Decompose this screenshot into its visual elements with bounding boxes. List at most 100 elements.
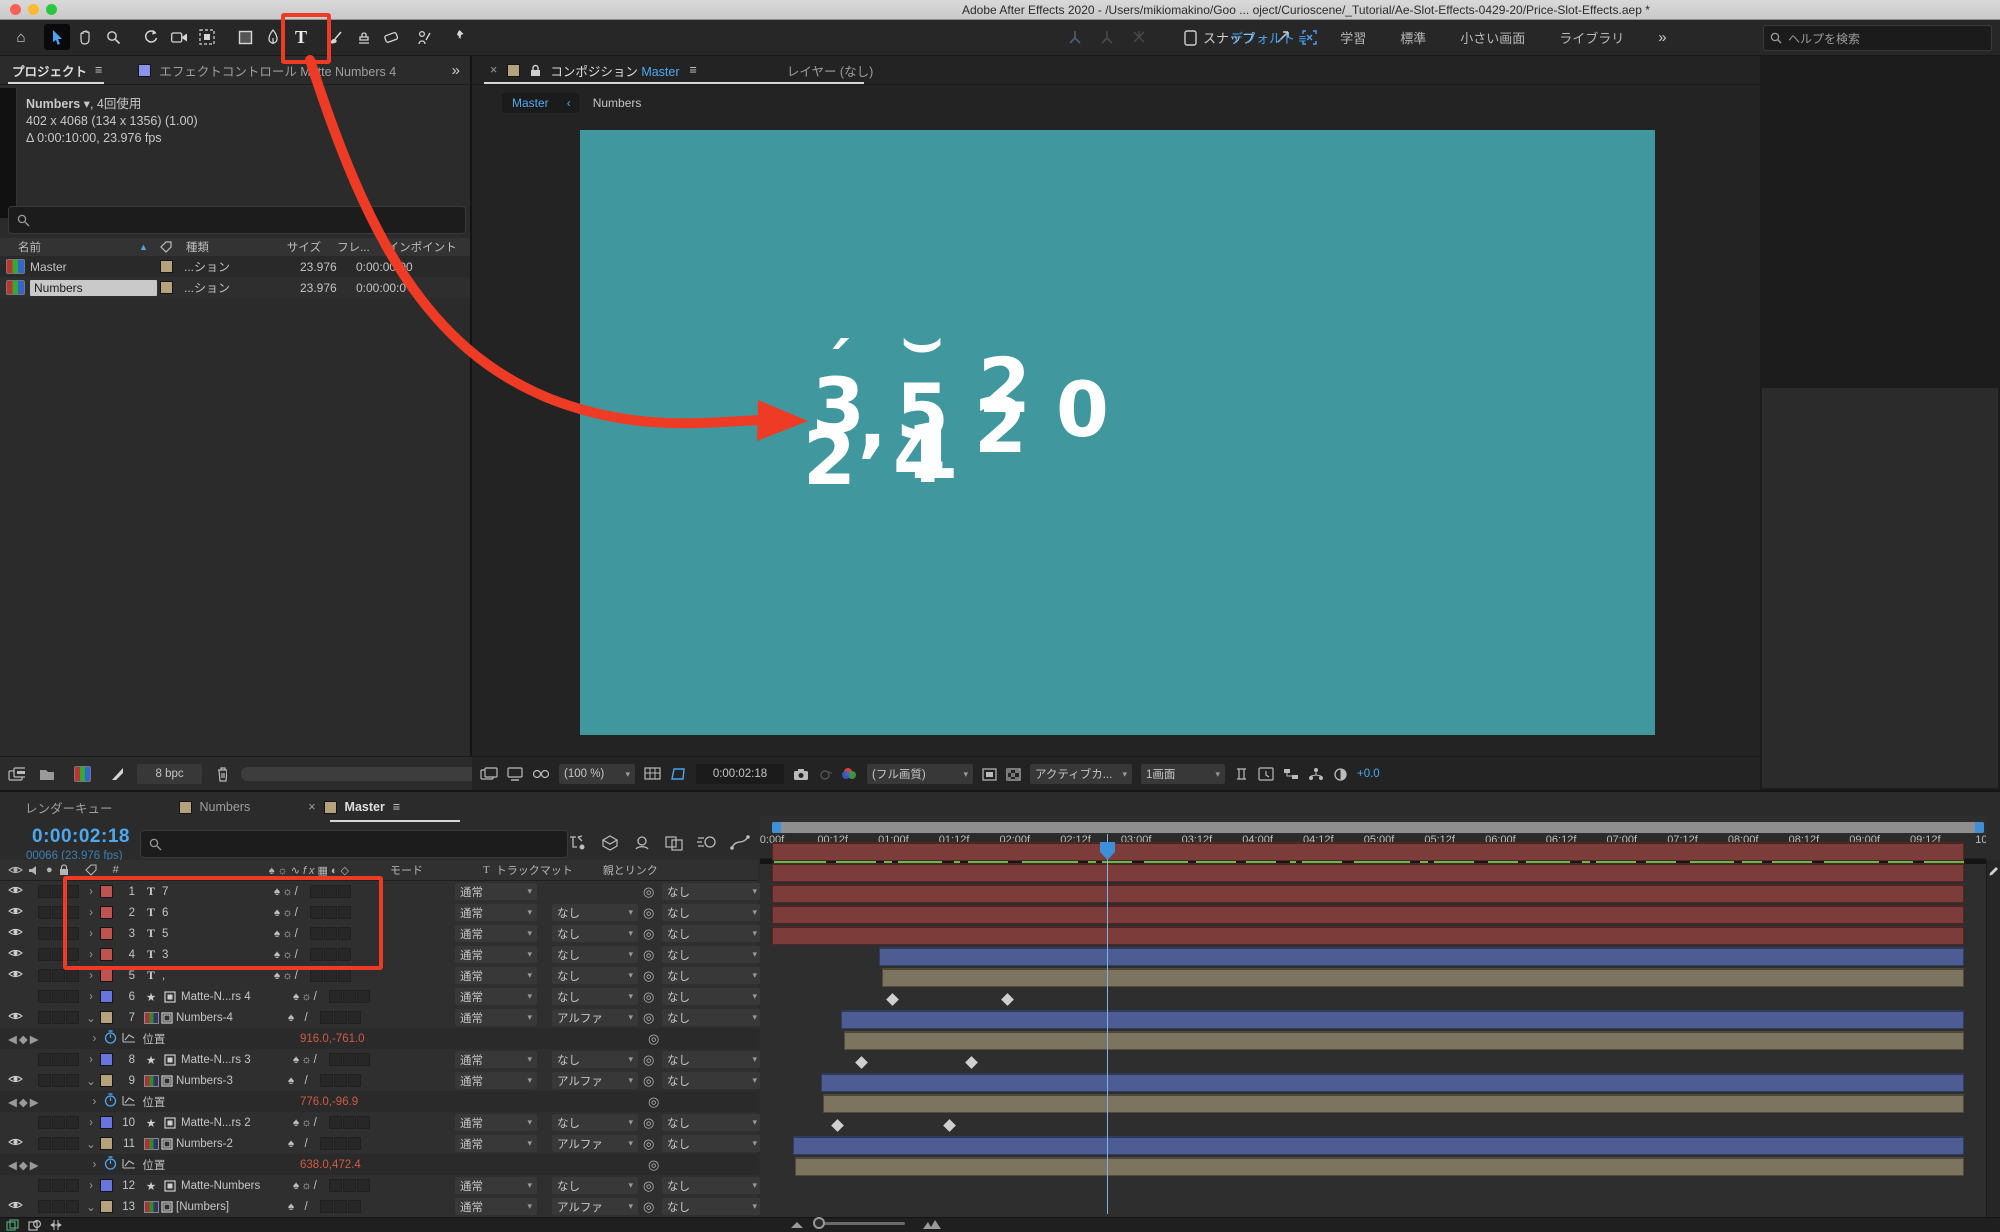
zoom-in-mountains-icon[interactable] — [922, 1219, 942, 1230]
layer-row-1[interactable]: › 1 T 7 ♠☼/ 通常▾ ◎ なし▾ — [0, 881, 758, 903]
layer-switches[interactable]: ♠☼/ — [274, 928, 300, 940]
layer-color-swatch[interactable] — [100, 885, 113, 898]
minimize-window-button[interactable] — [28, 4, 39, 15]
keyframe-diamond[interactable] — [943, 1119, 956, 1132]
layer-row-8[interactable]: › 8 ★ Matte-N...rs 3 ♠☼/ 通常▾ なし▾ ◎ なし▾ — [0, 1049, 758, 1071]
trackmatte-dropdown[interactable]: なし▾ — [552, 967, 638, 984]
timeline-zoom-slider[interactable] — [815, 1222, 905, 1225]
keyframe-nav[interactable]: ◀◆▶ — [8, 1095, 41, 1109]
frame-blend-toggle-icon[interactable] — [28, 1219, 42, 1231]
position-label[interactable]: 位置 — [142, 1031, 165, 1047]
trackmatte-column-header[interactable]: トラックマット — [496, 862, 573, 878]
fast-previews-icon[interactable] — [982, 768, 997, 781]
stopwatch-icon[interactable] — [104, 1093, 117, 1107]
close-window-button[interactable] — [10, 4, 21, 15]
layer-duration-bar[interactable] — [882, 968, 1964, 987]
audio-column-icon[interactable] — [28, 865, 40, 876]
parent-dropdown[interactable]: なし▾ — [662, 1072, 762, 1089]
property-pickwhip-icon[interactable]: ◎ — [648, 1031, 659, 1047]
eye-icon[interactable] — [8, 927, 23, 937]
eraser-tool-icon[interactable] — [378, 24, 404, 50]
layer-name[interactable]: Numbers-3 — [176, 1075, 288, 1087]
property-pickwhip-icon[interactable]: ◎ — [648, 1157, 659, 1173]
col-inpoint[interactable]: インポイント — [388, 239, 457, 255]
viewer-menu-icon[interactable]: ≡ — [690, 63, 697, 77]
blend-mode-dropdown[interactable]: 通常▾ — [455, 883, 537, 900]
comp-flowchart-icon[interactable] — [1283, 767, 1299, 781]
blend-mode-dropdown[interactable]: 通常▾ — [455, 1051, 537, 1068]
layer-switches[interactable]: ♠ / — [288, 1012, 310, 1024]
flowchart-icon[interactable] — [1308, 767, 1324, 781]
close-tab-icon[interactable]: × — [490, 63, 497, 77]
layer-duration-bar[interactable] — [793, 1136, 1964, 1155]
parent-dropdown[interactable]: なし▾ — [662, 946, 762, 963]
layer-color-swatch[interactable] — [100, 1053, 113, 1066]
keyframe-nav[interactable]: ◀◆▶ — [8, 1032, 41, 1046]
current-time-display[interactable]: 0:00:02:18 — [696, 764, 784, 784]
layer-name[interactable]: , — [162, 970, 274, 982]
trackmatte-dropdown[interactable]: なし▾ — [552, 904, 638, 921]
always-preview-icon[interactable] — [480, 767, 498, 781]
layer-name[interactable]: Numbers-4 — [176, 1012, 288, 1024]
trackmatte-dropdown[interactable]: なし▾ — [552, 925, 638, 942]
layer-row-11[interactable]: ⌄ 11 Numbers-2 ♠ / 通常▾ アルファ▾ ◎ なし▾ — [0, 1133, 758, 1155]
layer-color-swatch[interactable] — [100, 948, 113, 961]
workspace-overflow-chevron[interactable]: » — [1658, 29, 1666, 46]
layer-color-swatch[interactable] — [100, 1179, 113, 1192]
layer-name[interactable]: 6 — [162, 907, 274, 919]
timeline-button-icon[interactable] — [1258, 767, 1274, 781]
parent-dropdown[interactable]: なし▾ — [662, 1009, 762, 1026]
project-search-input[interactable] — [8, 206, 466, 234]
layer-row-6[interactable]: › 6 ★ Matte-N...rs 4 ♠☼/ 通常▾ なし▾ ◎ なし▾ — [0, 986, 758, 1008]
position-value[interactable]: 638.0,472.4 — [300, 1159, 361, 1171]
camera-view-dropdown[interactable]: アクティブカ...▾ — [1030, 764, 1132, 784]
label-swatch[interactable] — [160, 281, 173, 294]
parent-pickwhip-icon[interactable]: ◎ — [643, 884, 654, 900]
layer-row-7[interactable]: ⌄ 7 Numbers-4 ♠ / 通常▾ アルファ▾ ◎ なし▾ — [0, 1007, 758, 1029]
layer-duration-bar[interactable] — [772, 926, 1964, 945]
parent-pickwhip-icon[interactable]: ◎ — [643, 926, 654, 942]
project-item-name[interactable]: Master — [30, 260, 67, 274]
blend-mode-dropdown[interactable]: 通常▾ — [455, 967, 537, 984]
resolution-dropdown[interactable]: (フル画質)▾ — [867, 764, 973, 784]
parent-pickwhip-icon[interactable]: ◎ — [643, 905, 654, 921]
layer-switches[interactable]: ♠☼/ — [274, 970, 300, 982]
expander-icon[interactable]: › — [86, 1117, 96, 1129]
layer-row-13[interactable]: ⌄ 13 [Numbers] ♠ / 通常▾ アルファ▾ ◎ なし▾ — [0, 1196, 758, 1218]
workspace-tab-小さい画面[interactable]: 小さい画面 — [1460, 28, 1525, 47]
keyframe-nav[interactable]: ◀◆▶ — [8, 1158, 41, 1172]
eye-icon[interactable] — [8, 1137, 23, 1147]
property-pickwhip-icon[interactable]: ◎ — [648, 1094, 659, 1110]
roto-brush-tool-icon[interactable] — [412, 24, 438, 50]
layer-color-swatch[interactable] — [100, 1137, 113, 1150]
zoom-window-button[interactable] — [46, 4, 57, 15]
position-label[interactable]: 位置 — [142, 1094, 165, 1110]
stopwatch-icon[interactable] — [104, 1156, 117, 1170]
parent-dropdown[interactable]: なし▾ — [662, 1177, 762, 1194]
trackmatte-dropdown[interactable]: なし▾ — [552, 1177, 638, 1194]
expander-icon[interactable]: ⌄ — [86, 1137, 96, 1151]
blend-mode-dropdown[interactable]: 通常▾ — [455, 904, 537, 921]
col-type[interactable]: 種類 — [186, 239, 209, 255]
expander-icon[interactable]: ⌄ — [86, 1200, 96, 1214]
primary-viewer-icon[interactable] — [507, 767, 523, 781]
blend-mode-dropdown[interactable]: 通常▾ — [455, 1198, 537, 1215]
pencil-icon[interactable] — [1989, 866, 1999, 878]
layer-switches[interactable]: ♠ / — [288, 1138, 310, 1150]
expander-icon[interactable]: › — [86, 907, 96, 919]
property-expander-icon[interactable]: › — [93, 1159, 97, 1171]
layer-name[interactable]: [Numbers] — [176, 1201, 288, 1213]
expander-icon[interactable]: ⌄ — [86, 1074, 96, 1088]
help-search-input[interactable]: ヘルプを検索 — [1763, 25, 1992, 51]
project-item-name[interactable]: Numbers — [30, 280, 157, 296]
col-size[interactable]: サイズ — [287, 239, 321, 255]
layer-row-3[interactable]: › 3 T 5 ♠☼/ 通常▾ なし▾ ◎ なし▾ — [0, 923, 758, 945]
trackmatte-dropdown[interactable]: なし▾ — [552, 946, 638, 963]
solo-column-icon[interactable]: ● — [46, 864, 53, 876]
layer-duration-bar[interactable] — [821, 1073, 1964, 1092]
video-column-icon[interactable] — [8, 865, 23, 875]
composition-tab[interactable]: コンポジション Master — [550, 61, 679, 80]
layer-duration-bar[interactable] — [772, 905, 1964, 924]
parent-pickwhip-icon[interactable]: ◎ — [643, 968, 654, 984]
stopwatch-icon[interactable] — [104, 1030, 117, 1044]
